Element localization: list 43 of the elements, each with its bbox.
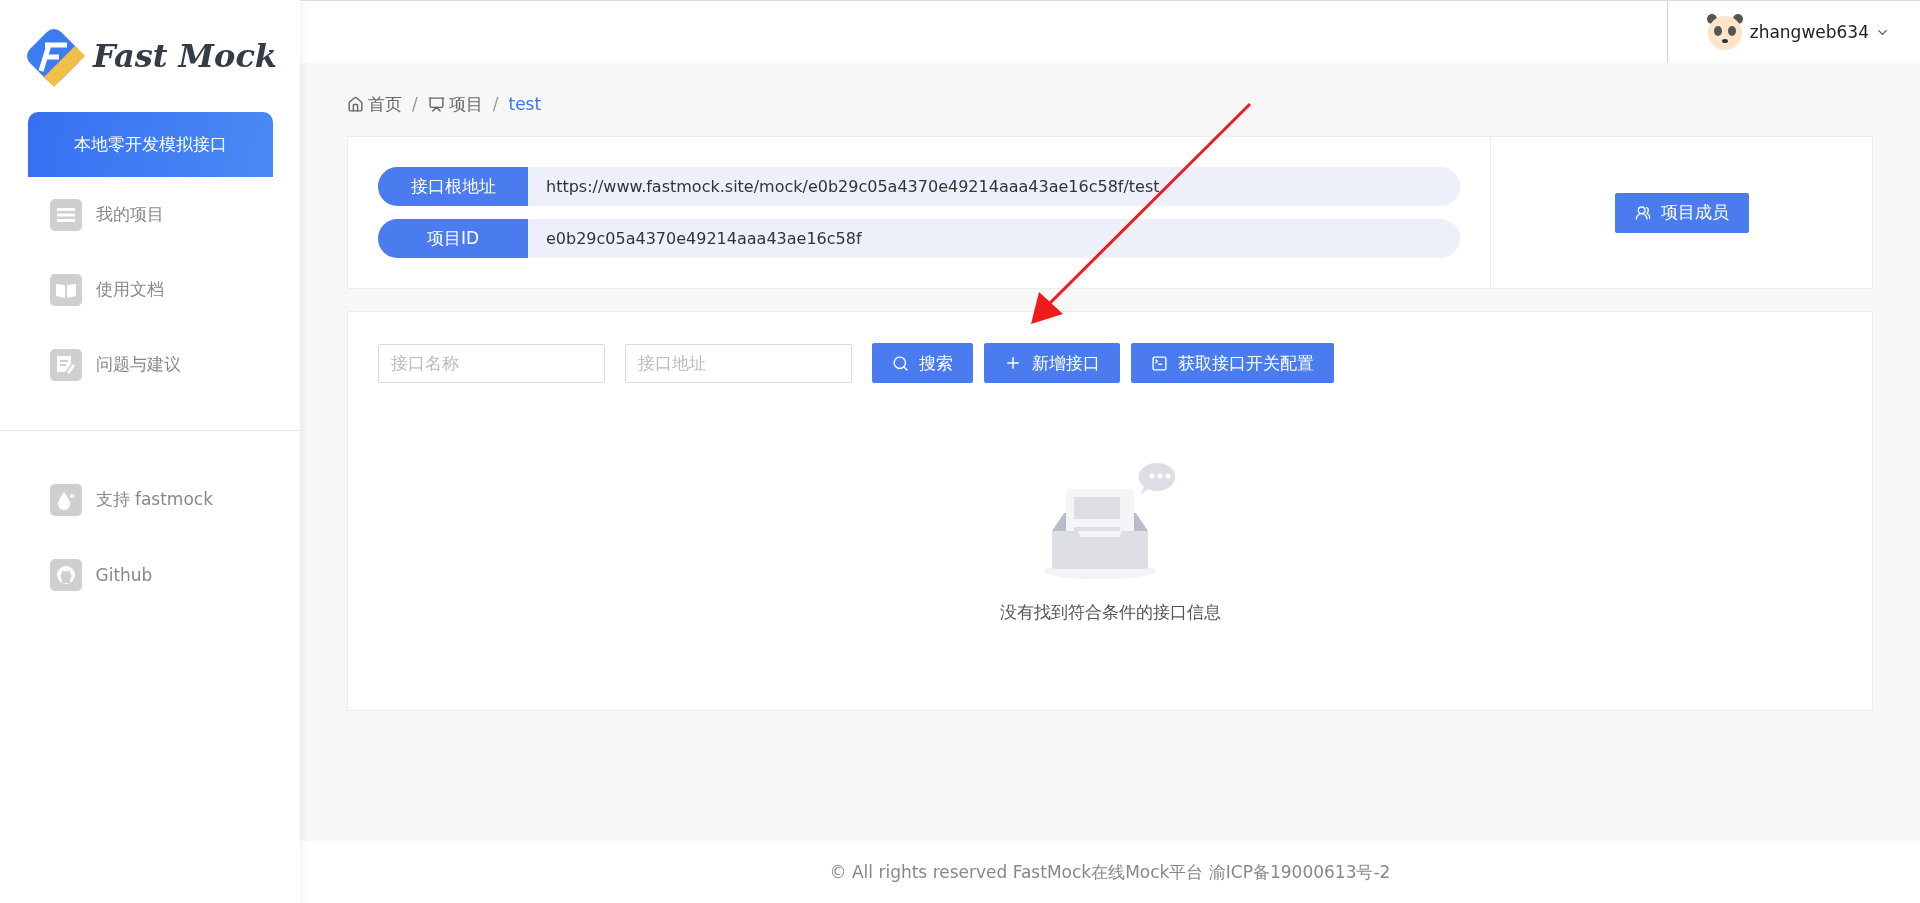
sidebar-item[interactable]: 问题与建议	[27, 327, 273, 402]
board-icon	[427, 95, 445, 113]
info-value: e0b29c05a4370e49214aaa43ae16c58f	[545, 228, 862, 250]
search-field[interactable]: 接口名称	[378, 343, 605, 383]
sidebar-item[interactable]: 支持 fastmock	[27, 462, 273, 537]
sidebar-item-label: Github	[95, 564, 153, 585]
sidebar-item-label: 支持 fastmock	[95, 488, 213, 511]
sidebar-item-icon	[49, 273, 82, 306]
breadcrumb-link[interactable]: 首页	[368, 92, 402, 116]
info-value: https://www.fastmock.site/mock/e0b29c05a4370e49214aaa43ae16c58f/test	[545, 176, 1160, 198]
info-label: 接口根地址	[378, 167, 528, 206]
breadcrumb-link[interactable]: 项目	[448, 92, 483, 116]
username: zhangweb634	[1749, 22, 1869, 42]
sidebar-item-icon	[49, 348, 82, 381]
search-button[interactable]: 搜索	[872, 343, 973, 383]
sidebar-item-icon	[49, 198, 82, 231]
members-icon	[1634, 204, 1651, 221]
search-icon	[892, 354, 909, 372]
sidebar-item-label: 我的项目	[95, 203, 164, 226]
copyright-text: © All rights reserved FastMock在线Mock平台 渝ICP备19000613号-2	[829, 860, 1391, 884]
terminal-icon	[1151, 354, 1168, 372]
sidebar-item-icon	[49, 558, 82, 591]
avatar-icon	[1705, 13, 1744, 51]
search-field[interactable]: 接口地址	[625, 343, 852, 383]
user-menu[interactable]: zhangweb634	[1666, 1, 1920, 63]
sidebar-item[interactable]: 使用文档	[27, 252, 273, 327]
breadcrumb-link[interactable]: test	[508, 94, 542, 114]
sidebar-item-label: 使用文档	[95, 278, 164, 301]
sidebar-item-icon	[49, 483, 82, 516]
breadcrumb-separator: /	[412, 94, 418, 114]
logo-text: Fast Mock	[92, 37, 278, 75]
members-button[interactable]: 项目成员	[1614, 192, 1749, 233]
sidebar-item-label: 问题与建议	[95, 353, 181, 376]
empty-message: 没有找到符合条件的接口信息	[999, 601, 1221, 624]
home-icon	[347, 95, 364, 113]
add-button[interactable]: 新增接口	[984, 343, 1120, 383]
breadcrumb-separator: /	[492, 94, 499, 114]
highlight-nav-button[interactable]: 本地零开发模拟接口	[27, 112, 273, 177]
sidebar-item[interactable]: 我的项目	[27, 177, 273, 252]
sidebar-item[interactable]: Github	[27, 537, 273, 612]
plus-icon	[1004, 354, 1022, 372]
config-button[interactable]: 获取接口开关配置	[1131, 343, 1334, 383]
info-label: 项目ID	[378, 219, 528, 258]
